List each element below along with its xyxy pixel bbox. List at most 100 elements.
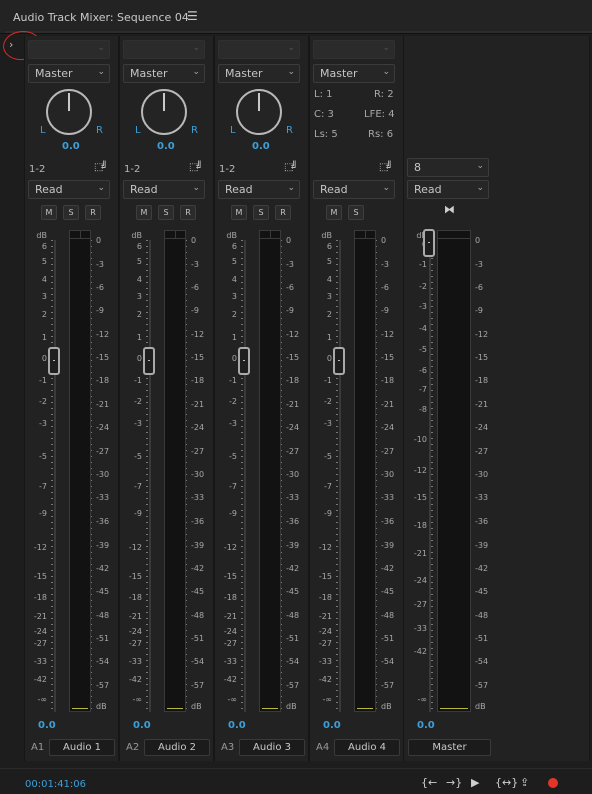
automation-mode-dropdown[interactable]: Read ⌄	[28, 180, 110, 199]
tick	[336, 516, 338, 517]
db-scale-label: -7	[419, 385, 427, 394]
record-enable-button[interactable]: R	[85, 205, 101, 220]
level-meter	[164, 230, 186, 712]
tick	[336, 384, 338, 385]
tick	[336, 486, 338, 487]
record-enable-button[interactable]: R	[275, 205, 291, 220]
tick	[241, 486, 243, 487]
tick	[146, 462, 148, 463]
pan-knob[interactable]	[236, 89, 282, 135]
tick	[51, 486, 53, 487]
export-icon[interactable]: ⇪	[520, 776, 529, 789]
db-scale-label: -18	[96, 376, 110, 385]
automation-mode-dropdown[interactable]: Read ⌄	[218, 180, 300, 199]
pan-value[interactable]: 0.0	[157, 141, 175, 152]
surround-lfe: LFE: 4	[364, 109, 395, 120]
mute-button[interactable]: M	[136, 205, 152, 220]
solo-button[interactable]: S	[158, 205, 174, 220]
tick	[146, 546, 148, 547]
output-dropdown[interactable]: Master ⌄	[123, 64, 205, 83]
volume-fader[interactable]	[143, 347, 155, 375]
clip-indicator[interactable]	[260, 231, 280, 239]
tick	[51, 396, 53, 397]
volume-value[interactable]: 0.0	[228, 720, 246, 731]
record-enable-button[interactable]: R	[180, 205, 196, 220]
routing-icon[interactable]: ⬚╝	[94, 162, 108, 173]
tick	[51, 618, 53, 619]
tick	[241, 636, 243, 637]
hamburger-icon[interactable]: ☰	[187, 9, 198, 23]
clip-indicator[interactable]	[70, 231, 90, 239]
tick	[431, 336, 433, 337]
track-name-field[interactable]: Audio 2	[144, 739, 210, 756]
track-name-field[interactable]: Audio 4	[334, 739, 400, 756]
tick	[336, 300, 338, 301]
volume-fader[interactable]	[333, 347, 345, 375]
mute-button[interactable]: M	[41, 205, 57, 220]
track-name-field[interactable]: Master	[408, 739, 491, 756]
track-name-field[interactable]: Audio 3	[239, 739, 305, 756]
output-dropdown[interactable]: Master ⌄	[313, 64, 395, 83]
tick	[51, 654, 53, 655]
link-icon[interactable]: ⧓	[444, 203, 455, 216]
clip-indicator[interactable]	[438, 231, 470, 239]
tick	[51, 522, 53, 523]
master-channels-dropdown[interactable]: 8 ⌄	[407, 158, 489, 177]
output-dropdown[interactable]: Master ⌄	[28, 64, 110, 83]
tick	[51, 702, 53, 703]
pan-value[interactable]: 0.0	[62, 141, 80, 152]
solo-button[interactable]: S	[253, 205, 269, 220]
tick	[146, 600, 148, 601]
tick	[146, 606, 148, 607]
tick	[336, 642, 338, 643]
tick	[241, 282, 243, 283]
routing-icon[interactable]: ⬚╝	[284, 162, 298, 173]
pan-left-label: L	[135, 125, 141, 136]
pan-value[interactable]: 0.0	[252, 141, 270, 152]
effects-slot[interactable]: ⌄	[313, 40, 395, 59]
surround-c: C: 3	[314, 109, 334, 120]
fader-track	[54, 240, 56, 712]
db-scale-label: -24	[223, 627, 237, 636]
volume-fader[interactable]	[238, 347, 250, 375]
tick	[431, 696, 433, 697]
automation-mode-dropdown[interactable]: Read ⌄	[123, 180, 205, 199]
effects-slot[interactable]: ⌄	[123, 40, 205, 59]
go-to-in-icon[interactable]: {←	[421, 776, 437, 789]
tick	[431, 636, 433, 637]
record-icon[interactable]	[548, 778, 558, 788]
tick	[51, 252, 53, 253]
volume-value[interactable]: 0.0	[133, 720, 151, 731]
volume-value[interactable]: 0.0	[323, 720, 341, 731]
play-icon[interactable]: ▶	[471, 776, 479, 789]
go-to-out-icon[interactable]: →}	[446, 776, 462, 789]
effects-slot[interactable]: ⌄	[218, 40, 300, 59]
volume-fader[interactable]	[48, 347, 60, 375]
mute-button[interactable]: M	[326, 205, 342, 220]
solo-button[interactable]: S	[63, 205, 79, 220]
volume-value[interactable]: 0.0	[417, 720, 435, 731]
tick	[51, 402, 53, 403]
automation-mode-dropdown[interactable]: Read ⌄	[407, 180, 489, 199]
track-name-field[interactable]: Audio 1	[49, 739, 115, 756]
tick	[146, 240, 148, 241]
routing-icon[interactable]: ⬚╝	[189, 162, 203, 173]
db-scale-label: -42	[286, 564, 300, 573]
routing-icon[interactable]: ⬚╝	[379, 162, 393, 173]
timecode[interactable]: 00:01:41:06	[25, 779, 86, 790]
automation-mode-dropdown[interactable]: Read ⌄	[313, 180, 395, 199]
pan-knob[interactable]	[141, 89, 187, 135]
mute-button[interactable]: M	[231, 205, 247, 220]
loop-icon[interactable]: {↔}	[495, 776, 518, 789]
clip-indicator[interactable]	[355, 231, 375, 239]
solo-button[interactable]: S	[348, 205, 364, 220]
pan-knob[interactable]	[46, 89, 92, 135]
effects-slot[interactable]: ⌄	[28, 40, 110, 59]
clip-indicator[interactable]	[165, 231, 185, 239]
output-dropdown[interactable]: Master ⌄	[218, 64, 300, 83]
tick	[241, 378, 243, 379]
volume-fader[interactable]	[423, 229, 435, 257]
db-scale-label: -27	[96, 447, 110, 456]
automation-mode-dropdown-label: Read	[225, 183, 253, 196]
volume-value[interactable]: 0.0	[38, 720, 56, 731]
